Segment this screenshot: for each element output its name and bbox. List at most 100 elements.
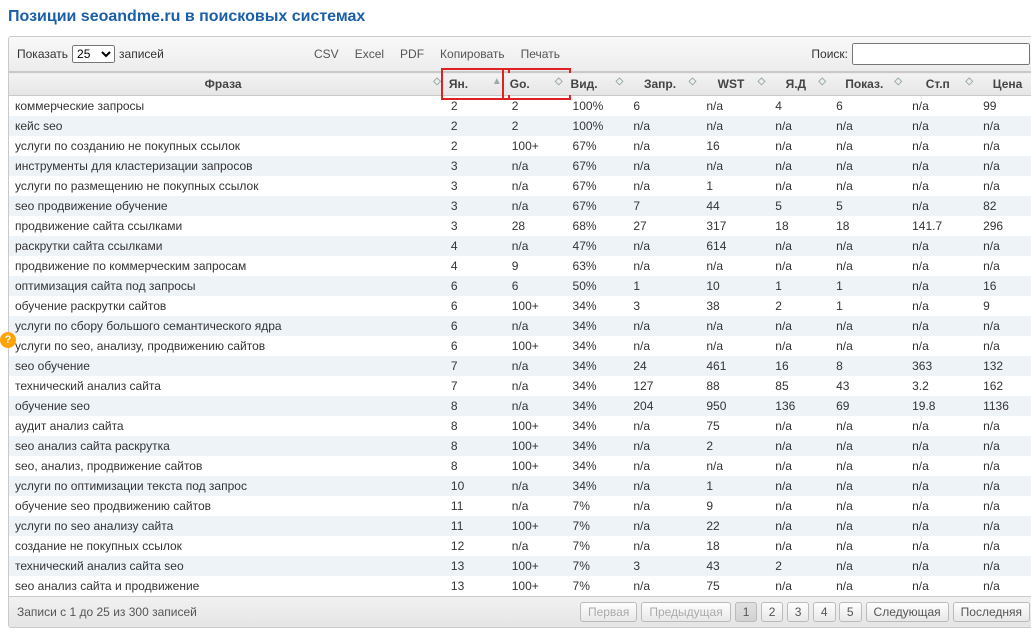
col-price[interactable]: Цена xyxy=(977,73,1031,96)
cell-yad: n/a xyxy=(769,236,830,256)
cell-stp: n/a xyxy=(906,556,977,576)
cell-pokaz: 1 xyxy=(830,276,906,296)
table-row[interactable]: обучение seo8n/a34%2049501366919.81136 xyxy=(9,396,1031,416)
table-row[interactable]: обучение seo продвижению сайтов11n/a7%n/… xyxy=(9,496,1031,516)
table-row[interactable]: продвижение по коммерческим запросам4963… xyxy=(9,256,1031,276)
sort-icon: ◇ xyxy=(689,77,697,87)
cell-wst: 38 xyxy=(700,296,769,316)
table-row[interactable]: услуги по seo анализу сайта11100+7%n/a22… xyxy=(9,516,1031,536)
cell-wst: 44 xyxy=(700,196,769,216)
pager-page-1[interactable]: 1 xyxy=(735,602,758,622)
cell-wst: n/a xyxy=(700,96,769,117)
table-row[interactable]: услуги по сбору большого семантического … xyxy=(9,316,1031,336)
cell-price: n/a xyxy=(977,336,1031,356)
table-row[interactable]: коммерческие запросы22100%6n/a46n/a99 xyxy=(9,96,1031,117)
cell-yad: n/a xyxy=(769,416,830,436)
col-go[interactable]: Go.◇ xyxy=(506,73,567,96)
cell-yan: 2 xyxy=(445,116,506,136)
pager-page-2[interactable]: 2 xyxy=(761,602,784,622)
cell-vid: 68% xyxy=(567,216,628,236)
cell-wst: 43 xyxy=(700,556,769,576)
cell-yad: 1 xyxy=(769,276,830,296)
table-row[interactable]: услуги по оптимизации текста под запрос1… xyxy=(9,476,1031,496)
table-row[interactable]: раскрутки сайта ссылками4n/a47%n/a614n/a… xyxy=(9,236,1031,256)
cell-yan: 3 xyxy=(445,156,506,176)
pager-page-5[interactable]: 5 xyxy=(839,602,862,622)
export-print-button[interactable]: Печать xyxy=(514,44,567,64)
cell-phrase: услуги по размещению не покупных ссылок xyxy=(9,176,445,196)
table-row[interactable]: оптимизация сайта под запросы6650%11011n… xyxy=(9,276,1031,296)
cell-vid: 67% xyxy=(567,196,628,216)
col-wst[interactable]: WST◇ xyxy=(700,73,769,96)
table-row[interactable]: аудит анализ сайта8100+34%n/a75n/an/an/a… xyxy=(9,416,1031,436)
table-row[interactable]: seo, анализ, продвижение сайтов8100+34%n… xyxy=(9,456,1031,476)
cell-vid: 34% xyxy=(567,296,628,316)
col-pokaz[interactable]: Показ.◇ xyxy=(830,73,906,96)
export-excel-button[interactable]: Excel xyxy=(348,44,391,64)
cell-phrase: seo анализ сайта раскрутка xyxy=(9,436,445,456)
table-row[interactable]: кейс seo22100%n/an/an/an/an/an/a xyxy=(9,116,1031,136)
cell-pokaz: n/a xyxy=(830,236,906,256)
table-row[interactable]: создание не покупных ссылок12n/a7%n/a18n… xyxy=(9,536,1031,556)
cell-yad: n/a xyxy=(769,316,830,336)
cell-pokaz: n/a xyxy=(830,456,906,476)
pager-prev[interactable]: Предыдущая xyxy=(641,602,730,622)
col-zapr[interactable]: Запр.◇ xyxy=(627,73,700,96)
export-copy-button[interactable]: Копировать xyxy=(433,44,512,64)
col-vid[interactable]: Вид.◇ xyxy=(567,73,628,96)
table-row[interactable]: seo анализ сайта раскрутка8100+34%n/a2n/… xyxy=(9,436,1031,456)
table-row[interactable]: услуги по размещению не покупных ссылок3… xyxy=(9,176,1031,196)
pager-page-3[interactable]: 3 xyxy=(787,602,810,622)
cell-pokaz: n/a xyxy=(830,476,906,496)
table-row[interactable]: seo обучение7n/a34%24461168363132 xyxy=(9,356,1031,376)
pager-last[interactable]: Последняя xyxy=(953,602,1030,622)
cell-go: 100+ xyxy=(506,456,567,476)
help-icon[interactable]: ? xyxy=(0,332,16,348)
toolbar: Показать 102550100 записей CSV Excel PDF… xyxy=(9,37,1031,72)
export-pdf-button[interactable]: PDF xyxy=(393,44,431,64)
cell-vid: 100% xyxy=(567,116,628,136)
col-phrase-label: Фраза xyxy=(205,77,242,91)
table-row[interactable]: seo анализ сайта и продвижение13100+7%n/… xyxy=(9,576,1031,596)
cell-yad: n/a xyxy=(769,496,830,516)
cell-wst: 1 xyxy=(700,176,769,196)
cell-wst: 614 xyxy=(700,236,769,256)
cell-zapr: n/a xyxy=(627,316,700,336)
search-input[interactable] xyxy=(852,43,1030,65)
page-size-select[interactable]: 102550100 xyxy=(72,45,115,63)
table-row[interactable]: инструменты для кластеризации запросов3n… xyxy=(9,156,1031,176)
cell-phrase: продвижение по коммерческим запросам xyxy=(9,256,445,276)
cell-yad: n/a xyxy=(769,256,830,276)
cell-vid: 34% xyxy=(567,316,628,336)
cell-zapr: n/a xyxy=(627,336,700,356)
cell-zapr: n/a xyxy=(627,116,700,136)
table-row[interactable]: услуги по созданию не покупных ссылок210… xyxy=(9,136,1031,156)
cell-vid: 34% xyxy=(567,376,628,396)
cell-price: n/a xyxy=(977,176,1031,196)
cell-phrase: seo обучение xyxy=(9,356,445,376)
cell-price: 296 xyxy=(977,216,1031,236)
export-buttons: CSV Excel PDF Копировать Печать xyxy=(307,44,567,64)
cell-pokaz: n/a xyxy=(830,576,906,596)
pager-page-4[interactable]: 4 xyxy=(813,602,836,622)
col-yad[interactable]: Я.Д◇ xyxy=(769,73,830,96)
table-row[interactable]: seo продвижение обучение3n/a67%74455n/a8… xyxy=(9,196,1031,216)
col-phrase[interactable]: Фраза◇ xyxy=(9,73,445,96)
col-yan[interactable]: Ян.▲ xyxy=(445,73,506,96)
cell-wst: 10 xyxy=(700,276,769,296)
pager-first[interactable]: Первая xyxy=(580,602,637,622)
table-row[interactable]: услуги по seo, анализу, продвижению сайт… xyxy=(9,336,1031,356)
table-row[interactable]: технический анализ сайта seo13100+7%3432… xyxy=(9,556,1031,576)
table-row[interactable]: обучение раскрутки сайтов6100+34%33821n/… xyxy=(9,296,1031,316)
pager-next[interactable]: Следующая xyxy=(866,602,949,622)
cell-wst: 317 xyxy=(700,216,769,236)
cell-zapr: n/a xyxy=(627,156,700,176)
table-row[interactable]: продвижение сайта ссылками32868%27317181… xyxy=(9,216,1031,236)
cell-yad: 2 xyxy=(769,556,830,576)
export-csv-button[interactable]: CSV xyxy=(307,44,346,64)
table-row[interactable]: технический анализ сайта7n/a34%127888543… xyxy=(9,376,1031,396)
cell-yan: 10 xyxy=(445,476,506,496)
col-stp[interactable]: Ст.п◇ xyxy=(906,73,977,96)
cell-stp: n/a xyxy=(906,236,977,256)
col-stp-label: Ст.п xyxy=(926,77,950,91)
